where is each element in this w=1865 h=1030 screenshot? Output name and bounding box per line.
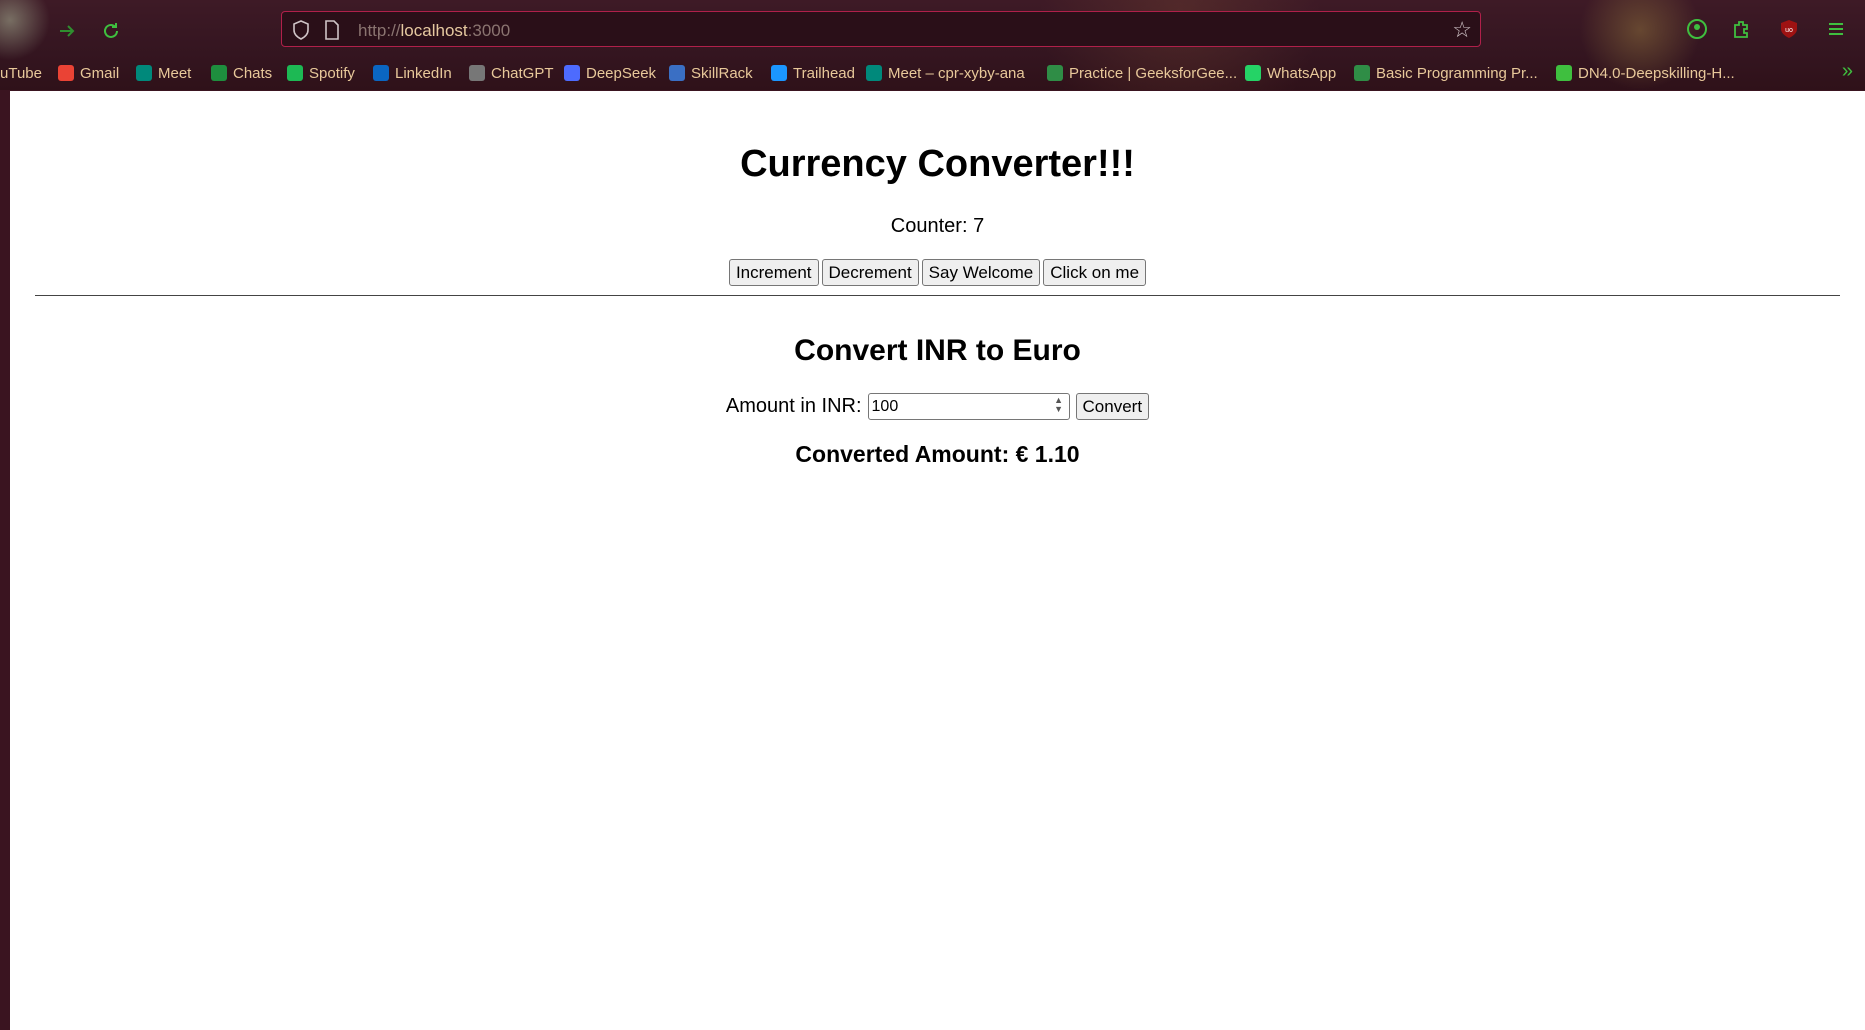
menu-icon[interactable] bbox=[1823, 16, 1849, 42]
divider bbox=[35, 295, 1840, 296]
linkedin-icon bbox=[373, 65, 389, 81]
bookmark-label: SkillRack bbox=[691, 64, 753, 82]
arrow-right-icon bbox=[60, 25, 75, 37]
bookmark-label: uTube bbox=[0, 64, 42, 82]
geeksforgeeks-icon bbox=[1047, 65, 1063, 81]
bookmark-label: Chats bbox=[233, 64, 273, 82]
globe-icon bbox=[1556, 65, 1572, 81]
ublock-icon[interactable]: uo bbox=[1776, 16, 1802, 42]
deepseek-icon bbox=[564, 65, 580, 81]
increment-button[interactable]: Increment bbox=[728, 259, 819, 286]
bookmark-item[interactable]: ChatGPT bbox=[469, 60, 554, 86]
chevron-more-icon[interactable]: » bbox=[1842, 60, 1853, 83]
bookmark-label: Trailhead bbox=[793, 64, 855, 82]
page-title: Currency Converter!!! bbox=[740, 143, 1135, 185]
counter-label: Counter: 7 bbox=[890, 215, 985, 237]
forward-button[interactable] bbox=[50, 14, 84, 48]
bookmark-label: LinkedIn bbox=[395, 64, 452, 82]
bookmark-item[interactable]: DN4.0-Deepskilling-H... bbox=[1556, 60, 1735, 86]
gmail-icon bbox=[58, 65, 74, 81]
url-text[interactable]: http://localhost:3000 bbox=[358, 21, 510, 41]
whatsapp-icon bbox=[1245, 65, 1261, 81]
bookmark-item[interactable]: Gmail bbox=[58, 60, 119, 86]
convert-button[interactable]: Convert bbox=[1075, 393, 1150, 420]
bookmark-label: Meet – cpr-xyby-ana bbox=[888, 64, 1025, 82]
say-welcome-button[interactable]: Say Welcome bbox=[921, 259, 1041, 286]
bookmark-item[interactable]: Chats bbox=[211, 60, 272, 86]
bookmark-label: ChatGPT bbox=[491, 64, 554, 82]
bookmark-label: DeepSeek bbox=[586, 64, 657, 82]
bookmark-item[interactable]: WhatsApp bbox=[1245, 60, 1336, 86]
bookmark-item[interactable]: uTube bbox=[0, 60, 42, 86]
amount-label: Amount in INR: bbox=[725, 395, 862, 417]
bookmark-item[interactable]: Spotify bbox=[287, 60, 355, 86]
account-icon[interactable] bbox=[1684, 16, 1710, 42]
decrement-button[interactable]: Decrement bbox=[821, 259, 919, 286]
reload-icon bbox=[104, 23, 118, 38]
number-spinner-icon[interactable]: ▲ ▼ bbox=[1052, 396, 1066, 416]
reload-button[interactable] bbox=[94, 14, 128, 48]
meet-icon bbox=[136, 65, 152, 81]
geeksforgeeks-icon bbox=[1354, 65, 1370, 81]
page-viewport: Currency Converter!!! Counter: 7 Increme… bbox=[10, 91, 1865, 1030]
bookmark-item[interactable]: LinkedIn bbox=[373, 60, 452, 86]
bookmark-label: Meet bbox=[158, 64, 192, 82]
bookmark-item[interactable]: SkillRack bbox=[669, 60, 753, 86]
bookmark-label: Gmail bbox=[80, 64, 120, 82]
bookmark-star-icon[interactable]: ☆ bbox=[1452, 17, 1472, 43]
bookmark-item[interactable]: Meet – cpr-xyby-ana bbox=[866, 60, 1025, 86]
converter-form: Amount in INR: ▲▼ Convert bbox=[10, 393, 1865, 420]
shield-icon[interactable] bbox=[292, 20, 310, 45]
page-icon[interactable] bbox=[324, 20, 340, 45]
click-on-me-button[interactable]: Click on me bbox=[1043, 259, 1147, 286]
converter-heading: Convert INR to Euro bbox=[794, 334, 1081, 367]
counter-button-row: Increment Decrement Say Welcome Click on… bbox=[10, 259, 1865, 286]
address-bar[interactable]: http://localhost:3000 ☆ bbox=[281, 11, 1481, 47]
skillrack-icon bbox=[669, 65, 685, 81]
spotify-icon bbox=[287, 65, 303, 81]
browser-chrome: http://localhost:3000 ☆ uo uTube Gmail Mee… bbox=[0, 0, 1865, 90]
bookmark-label: Practice | GeeksforGee... bbox=[1069, 64, 1238, 82]
bookmark-label: Spotify bbox=[309, 64, 355, 82]
chats-icon bbox=[211, 65, 227, 81]
svg-text:uo: uo bbox=[1785, 27, 1793, 34]
amount-input[interactable] bbox=[867, 393, 1070, 420]
trailhead-icon bbox=[771, 65, 787, 81]
converted-amount: Converted Amount: € 1.10 bbox=[795, 441, 1080, 467]
bookmark-item[interactable]: Trailhead bbox=[771, 60, 855, 86]
bookmark-label: WhatsApp bbox=[1267, 64, 1337, 82]
meet-icon bbox=[866, 65, 882, 81]
bookmark-label: Basic Programming Pr... bbox=[1376, 64, 1538, 82]
bookmark-item[interactable]: Basic Programming Pr... bbox=[1354, 60, 1538, 86]
bookmarks-bar: uTube Gmail Meet Chats Spotify LinkedIn ChatGP… bbox=[0, 60, 1865, 86]
bookmark-label: DN4.0-Deepskilling-H... bbox=[1578, 64, 1735, 82]
amount-input-wrapper: ▲▼ bbox=[867, 393, 1070, 420]
bookmark-item[interactable]: Practice | GeeksforGee... bbox=[1047, 60, 1237, 86]
bookmark-item[interactable]: DeepSeek bbox=[564, 60, 656, 86]
bookmark-item[interactable]: Meet bbox=[136, 60, 191, 86]
extensions-icon[interactable] bbox=[1728, 16, 1754, 42]
chatgpt-icon bbox=[469, 65, 485, 81]
